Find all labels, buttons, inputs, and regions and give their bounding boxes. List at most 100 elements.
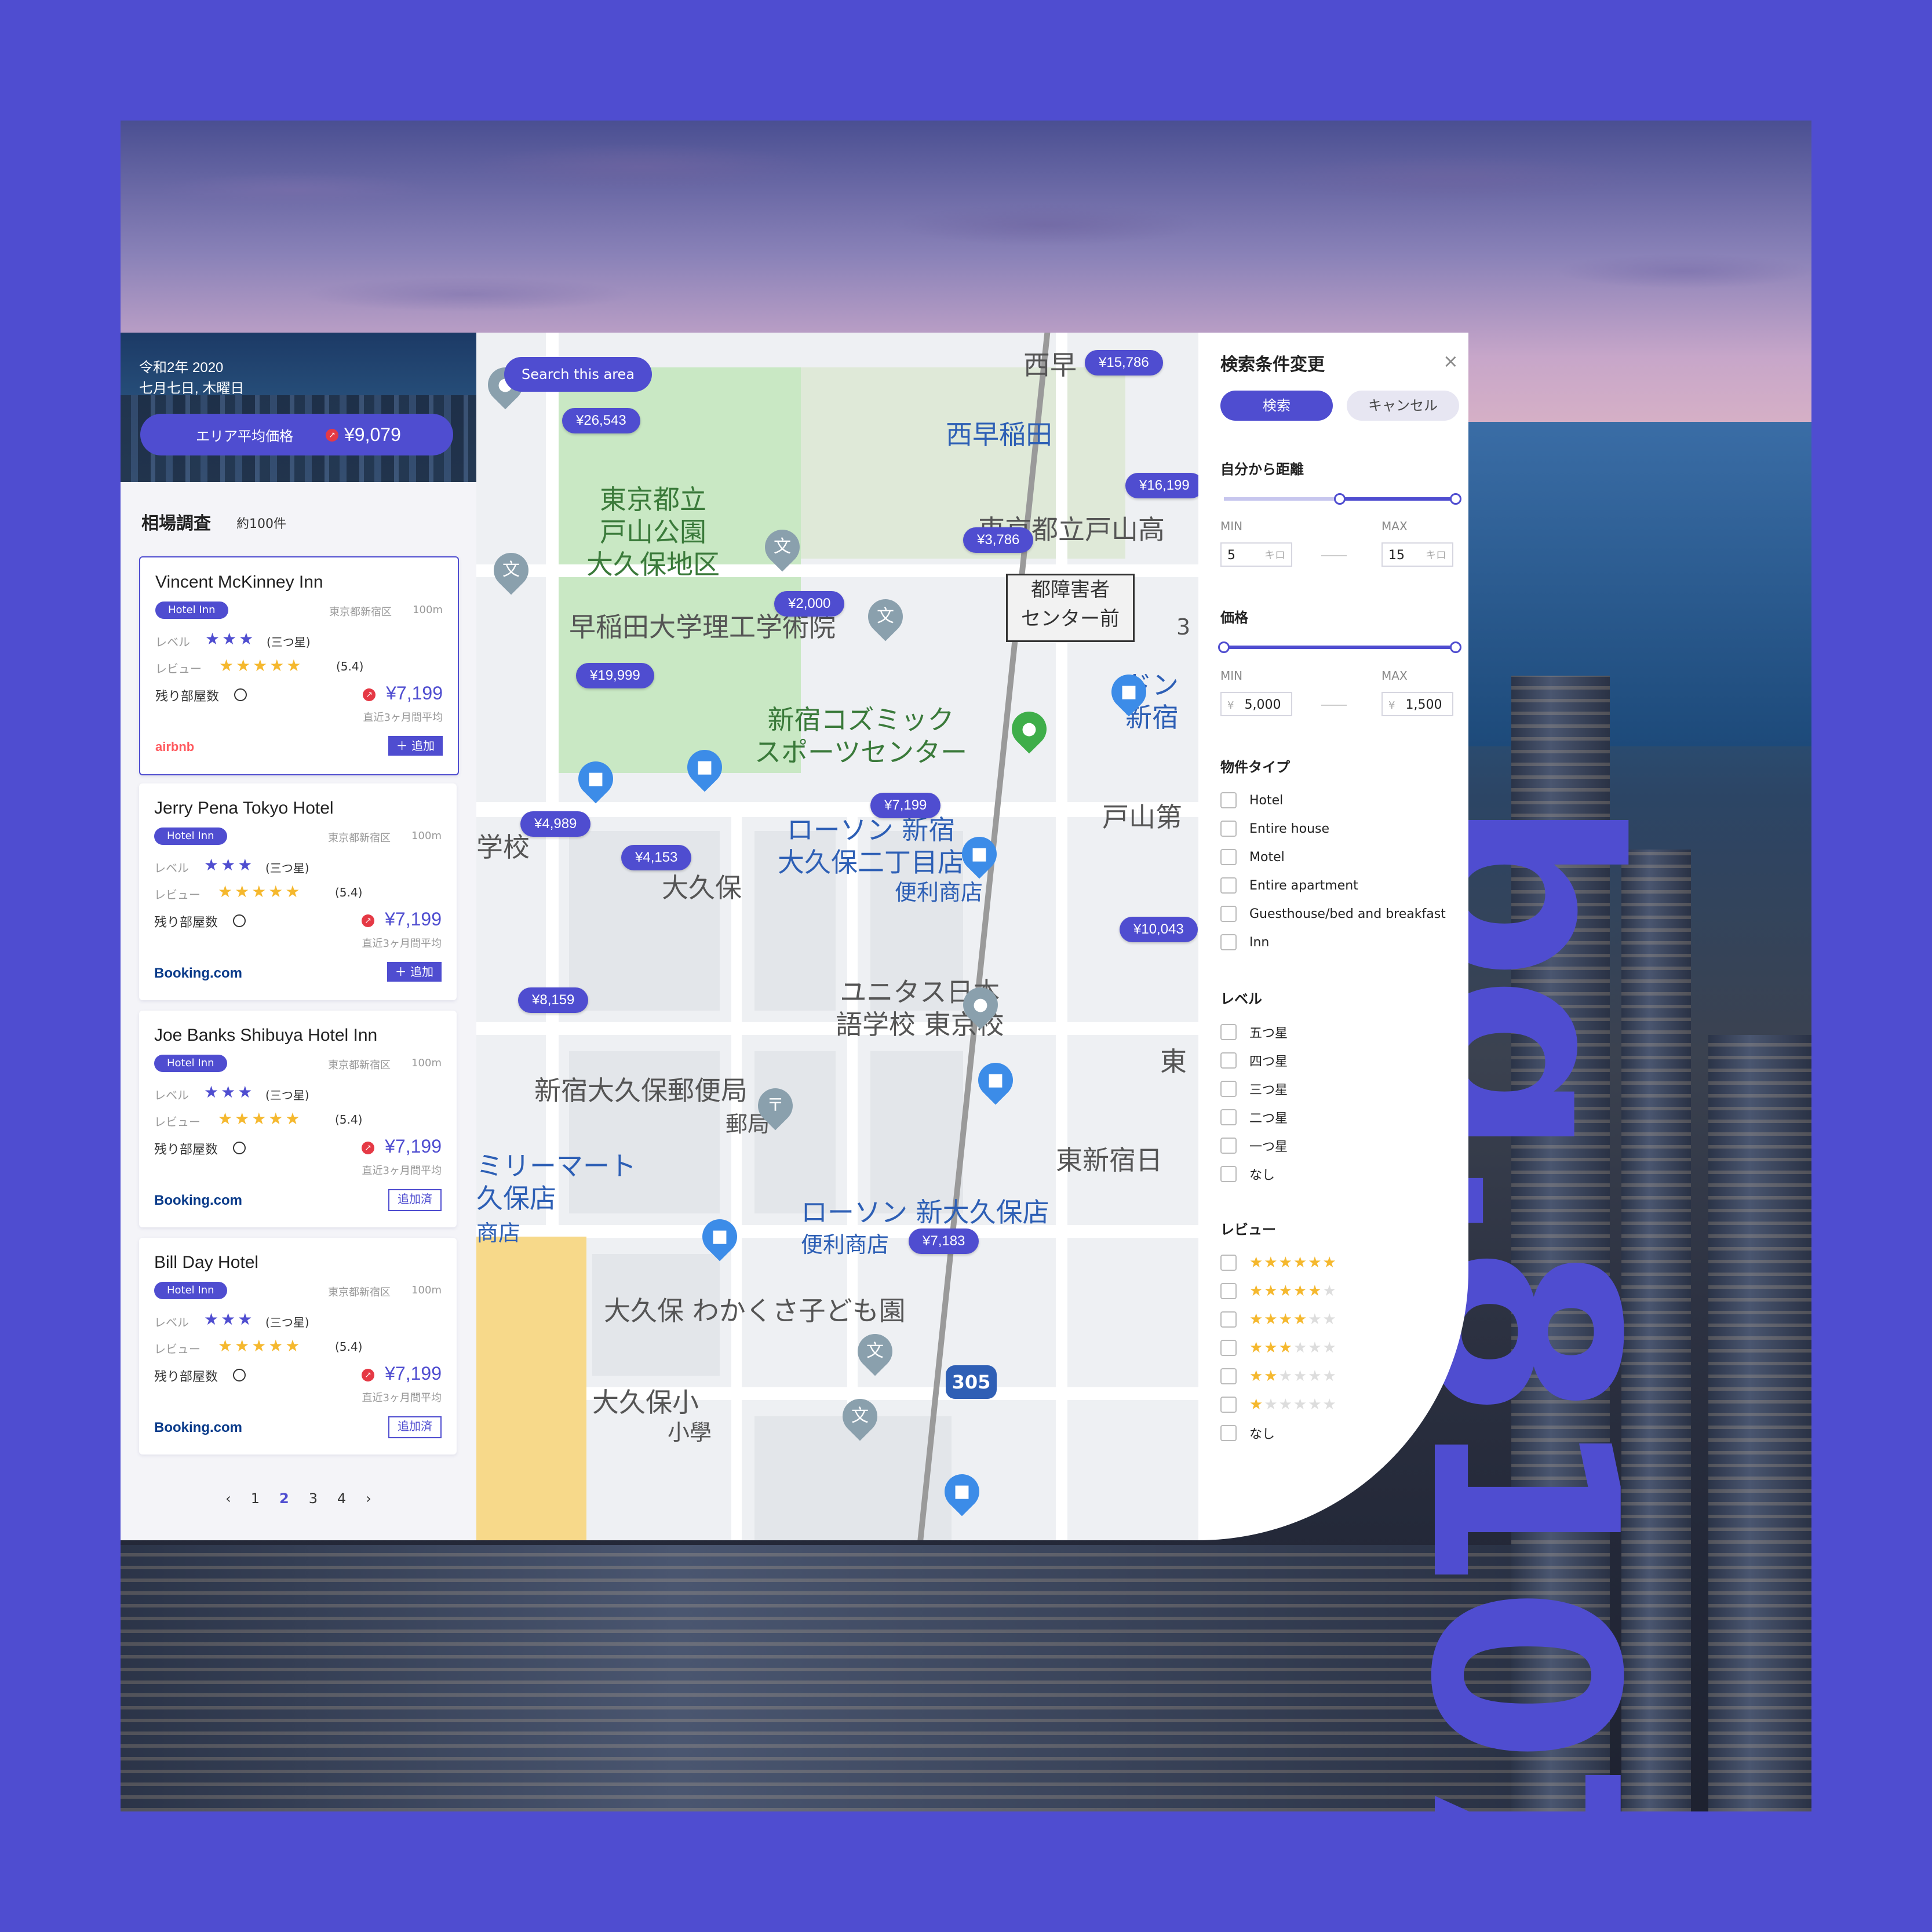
review-option[interactable]: ★★★★★★ [1220,1281,1337,1301]
prev-page-icon[interactable]: ‹ [225,1490,231,1507]
checkbox-icon[interactable] [1220,1138,1237,1154]
checkbox-icon[interactable] [1220,792,1237,808]
price-marker[interactable]: ¥4,989 [520,811,591,837]
store-pin-icon[interactable]: ■ [680,742,730,792]
review-option-none[interactable]: なし [1220,1423,1275,1443]
add-button[interactable]: ＋ 追加 [388,736,443,756]
cancel-button[interactable]: キャンセル [1347,391,1459,421]
type-option[interactable]: Entire house [1220,819,1329,839]
checkbox-icon[interactable] [1220,1368,1237,1384]
price-marker[interactable]: ¥8,159 [518,987,589,1013]
checkbox-icon[interactable] [1220,821,1237,837]
review-option[interactable]: ★★★★★★ [1220,1338,1337,1358]
level-option[interactable]: 二つ星 [1220,1107,1288,1127]
checkbox-icon[interactable] [1220,1109,1237,1125]
school-pin-icon[interactable]: 文 [486,545,536,595]
review-option[interactable]: ★★★★★★ [1220,1310,1337,1329]
booking-logo: Booking.com [154,1420,243,1435]
checkbox-icon[interactable] [1220,1166,1237,1182]
sports-center-label: 新宿コズミック スポーツセンター [754,704,968,768]
hotel-card[interactable]: Vincent McKinney Inn Hotel Inn 東京都新宿区 10… [139,556,459,775]
type-option[interactable]: Entire apartment [1220,876,1358,895]
school-pin-icon[interactable]: 文 [850,1326,900,1376]
page-3[interactable]: 3 [309,1490,318,1507]
hotel-card[interactable]: Joe Banks Shibuya Hotel Inn Hotel Inn 東京… [139,1011,457,1227]
store-pin-icon[interactable]: ■ [954,829,1004,879]
checkbox-icon[interactable] [1220,1397,1237,1413]
level-option[interactable]: なし [1220,1164,1275,1184]
next-page-icon[interactable]: › [366,1490,371,1507]
page-4[interactable]: 4 [337,1490,346,1507]
distance-max-field[interactable]: 15 キロ [1381,542,1453,567]
distance-min-field[interactable]: 5 キロ [1220,542,1292,567]
type-option[interactable]: Guesthouse/bed and breakfast [1220,904,1446,924]
store-pin-icon[interactable]: ■ [571,754,621,804]
level-option[interactable]: 一つ星 [1220,1136,1288,1155]
level-option[interactable]: 四つ星 [1220,1051,1288,1070]
checkbox-icon[interactable] [1220,1255,1237,1271]
price-min-handle[interactable] [1218,641,1230,653]
type-option[interactable]: Hotel [1220,790,1283,810]
school-pin-icon[interactable]: 文 [757,522,807,572]
checkbox-icon[interactable] [1220,1283,1237,1299]
checkbox-icon[interactable] [1220,849,1237,865]
checkbox-icon[interactable] [1220,1311,1237,1328]
review-option[interactable]: ★★★★★★ [1220,1395,1337,1415]
place-pin-icon[interactable]: ● [956,980,1005,1030]
type-option[interactable]: Inn [1220,932,1269,952]
checkbox-icon[interactable] [1220,906,1237,922]
level-option[interactable]: 五つ星 [1220,1022,1288,1042]
school-pin-icon[interactable]: 文 [861,592,910,641]
price-max-field[interactable]: ¥1,500 [1381,692,1453,716]
price-marker[interactable]: ¥16,199 [1125,473,1198,498]
shop-pin-icon[interactable]: ■ [1104,667,1154,717]
price-marker[interactable]: ¥15,786 [1085,350,1163,376]
price-marker[interactable]: ¥7,183 [909,1229,979,1254]
price-marker[interactable]: ¥10,043 [1120,917,1198,942]
school-pin-icon[interactable]: 文 [835,1391,885,1441]
distance-max-handle[interactable] [1450,493,1461,505]
type-label: Entire apartment [1249,878,1358,893]
yen-icon: ¥ [1227,699,1234,712]
app-window: 令和2年 2020 七月七日, 木曜日 エリア平均価格 ↗ ¥9,079 相場調… [121,333,1468,1540]
price-marker[interactable]: ¥26,543 [562,408,640,433]
price-slider[interactable] [1218,641,1461,653]
distance-min-handle[interactable] [1334,493,1346,505]
search-this-area-button[interactable]: Search this area [504,357,652,392]
hotel-card[interactable]: Jerry Pena Tokyo Hotel Hotel Inn 東京都新宿区 … [139,783,457,1000]
price-marker[interactable]: ¥7,199 [870,793,941,818]
type-option[interactable]: Motel [1220,847,1285,867]
search-button[interactable]: 検索 [1220,391,1333,421]
distance-slider[interactable] [1224,493,1461,505]
review-option[interactable]: ★★★★★★ [1220,1253,1337,1273]
added-button[interactable]: 追加済 [388,1189,442,1211]
price-marker[interactable]: ¥2,000 [774,591,845,617]
added-button[interactable]: 追加済 [388,1416,442,1438]
page-2[interactable]: 2 [279,1490,289,1507]
close-icon[interactable]: × [1443,350,1459,372]
hotel-card[interactable]: Bill Day Hotel Hotel Inn 東京都新宿区 100m レベル… [139,1238,457,1455]
area-label: 東 [1160,1046,1187,1077]
price-max-handle[interactable] [1450,641,1461,653]
checkbox-icon[interactable] [1220,1340,1237,1356]
sports-pin-icon[interactable]: ● [1004,704,1054,754]
price-min-field[interactable]: ¥5,000 [1220,692,1292,716]
checkbox-icon[interactable] [1220,1081,1237,1097]
store-pin-icon[interactable]: ■ [971,1055,1020,1105]
checkbox-icon[interactable] [1220,1425,1237,1441]
store-pin-icon[interactable]: ■ [695,1212,745,1262]
level-option[interactable]: 三つ星 [1220,1079,1288,1099]
review-option[interactable]: ★★★★★★ [1220,1366,1337,1386]
checkbox-icon[interactable] [1220,1024,1237,1040]
add-button[interactable]: ＋ 追加 [387,962,442,982]
price-marker[interactable]: ¥3,786 [963,527,1034,553]
map-view[interactable]: 東京都立 戸山公園 大久保地区 西早稲田 早稲田大学理工学術院 新宿コズミック … [476,333,1198,1540]
post-pin-icon[interactable]: 〒 [750,1081,800,1131]
checkbox-icon[interactable] [1220,877,1237,894]
price-marker[interactable]: ¥19,999 [576,663,654,688]
price-marker[interactable]: ¥4,153 [621,845,692,870]
checkbox-icon[interactable] [1220,1052,1237,1069]
checkbox-icon[interactable] [1220,934,1237,950]
store-pin-icon[interactable]: ■ [937,1467,987,1517]
page-1[interactable]: 1 [251,1490,260,1507]
